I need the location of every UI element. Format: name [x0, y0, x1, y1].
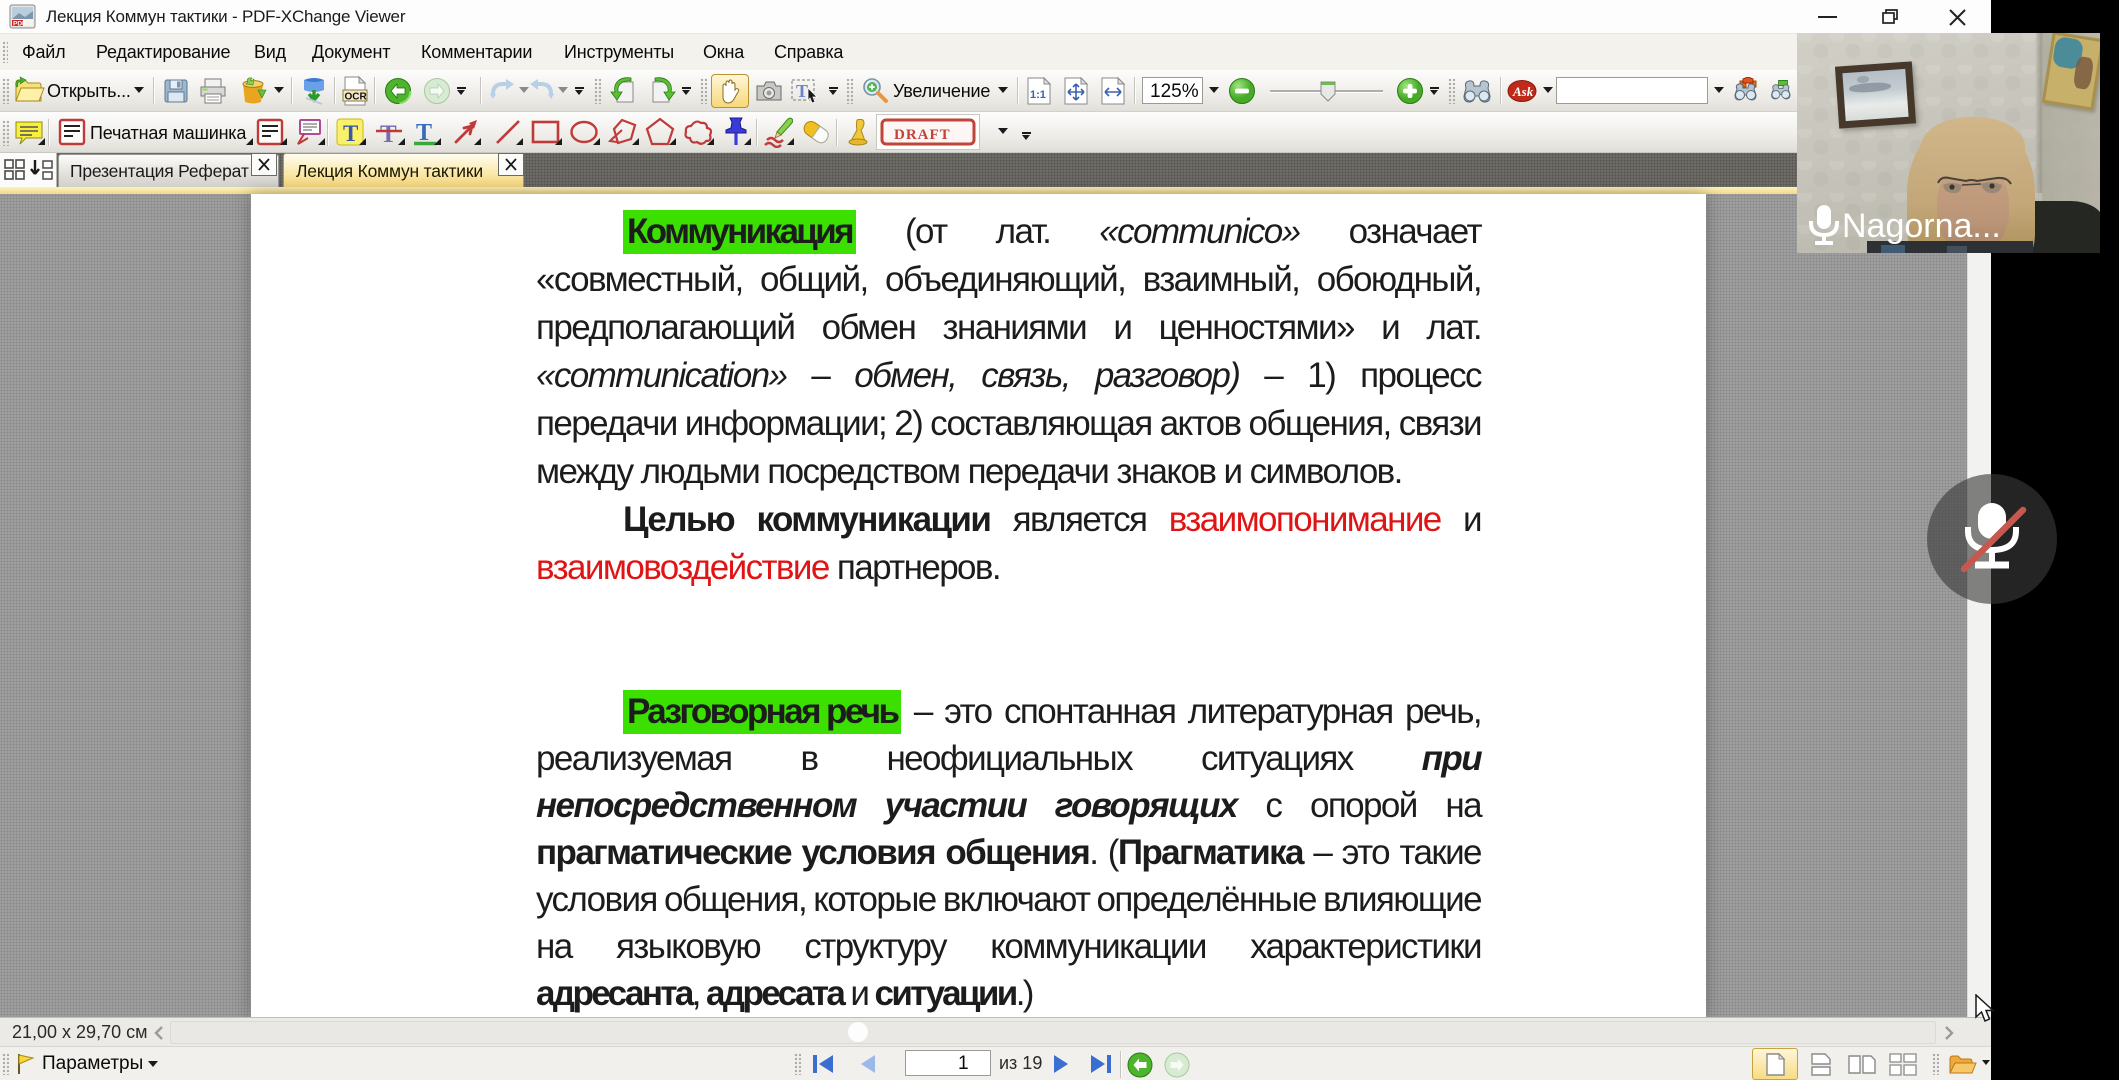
svg-text:T: T — [380, 121, 397, 147]
svg-text:Ask: Ask — [1512, 84, 1534, 99]
svg-text:T: T — [343, 121, 358, 146]
svg-text:DRAFT: DRAFT — [894, 127, 951, 143]
svg-text:T: T — [796, 81, 808, 101]
svg-text:OCR: OCR — [345, 92, 368, 103]
svg-text:PDF: PDF — [13, 21, 26, 28]
svg-text:1:1: 1:1 — [1030, 89, 1046, 101]
